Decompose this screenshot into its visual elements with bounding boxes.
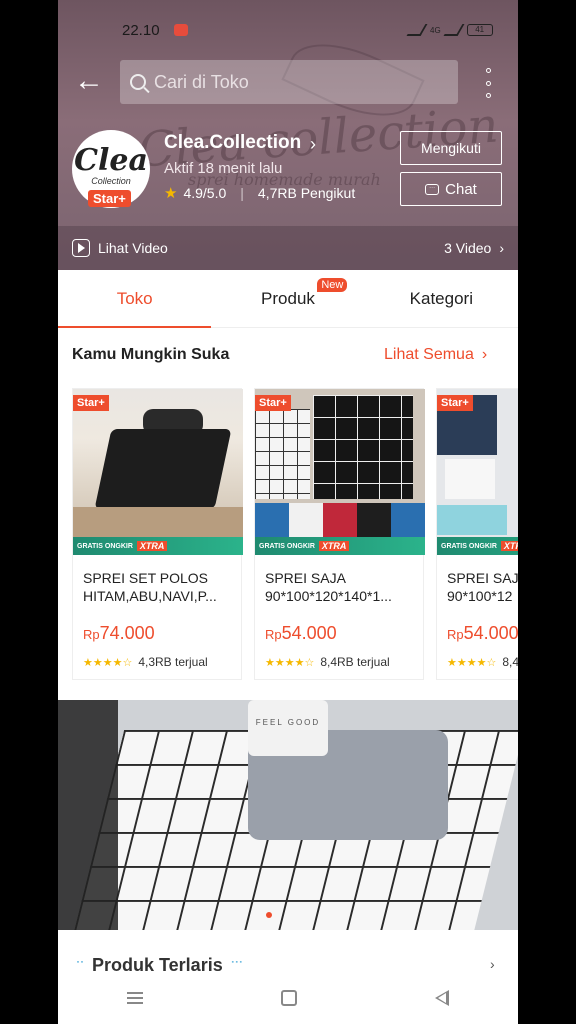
status-bar: 22.10 4G 41 [58,0,518,60]
shop-header: Clea collection sprei homemade murah 22.… [58,0,518,270]
decoration-icon: ˙˙ [76,958,84,973]
battery-icon: 41 [466,24,493,36]
product-image: Star+ GRATIS ONGKIR XTRA [255,389,425,555]
back-triangle-icon[interactable] [435,990,449,1006]
tab-produk-label: Produk [261,288,315,308]
currency-label: Rp [447,627,464,642]
banner-pillow-text: FEEL GOOD [248,700,328,756]
product-card[interactable]: Star+ GRATIS ONGKIR XTRA SPREI SET POLOS… [72,388,243,680]
more-options-icon[interactable] [478,68,498,98]
product-price: Rp74.000 [83,623,155,644]
star-plus-badge: Star+ [88,190,131,207]
chevron-right-icon[interactable]: › [490,956,495,972]
shop-rating-row: ★ 4.9/5.0 | 4,7RB Pengikut [164,184,355,202]
promo-text: GRATIS ONGKIR [441,542,497,550]
avatar-logo-text: Clea [74,143,148,178]
product-image: Star+ GRATIS ONGKIR XTRA [73,389,243,555]
star-plus-badge: Star+ [437,395,473,411]
shop-followers: 4,7RB Pengikut [257,185,356,201]
wifi-icon [406,24,428,36]
product-title: SPREI SAJA 90*100*12 [447,570,518,604]
promo-banner[interactable]: FEEL GOOD [58,700,518,930]
carousel-indicator [266,912,272,918]
promo-text: GRATIS ONGKIR [259,542,315,550]
see-all-link[interactable]: Lihat Semua › [384,346,487,364]
product-image: Star+ GRATIS ONGKIR XTRA [437,389,518,555]
product-price: Rp54.000 [265,623,337,644]
chat-icon: ··· [425,183,440,195]
star-plus-badge: Star+ [73,395,109,411]
shop-active-status: Aktif 18 menit lalu [164,160,283,177]
product-title: SPREI SAJA 90*100*120*140*1... [265,570,392,604]
price-value: 54.000 [463,623,518,643]
currency-label: Rp [265,627,282,642]
back-arrow-icon[interactable]: ← [74,66,106,98]
product-rating: ★★★★☆ 8,4RB terjual [265,655,390,669]
status-time: 22.10 [122,22,160,39]
tab-toko[interactable]: Toko [58,270,212,328]
shop-tabs: Toko Produk New Kategori [58,270,518,328]
sold-count: 8,4RB terjual [502,655,518,669]
video-play-icon [72,239,90,257]
home-icon[interactable] [281,990,297,1006]
follow-button[interactable]: Mengikuti [400,131,502,165]
promo-xtra: XTRA [136,541,168,551]
new-badge: New [317,278,348,292]
product-carousel[interactable]: Star+ GRATIS ONGKIR XTRA SPREI SET POLOS… [72,388,518,682]
product-card[interactable]: Star+ GRATIS ONGKIR XTRA SPREI SAJA 90*1… [436,388,518,680]
rating-stars-icon: ★★★★☆ [265,656,315,669]
product-price: Rp54.000 [447,623,518,644]
rating-stars-icon: ★★★★☆ [83,656,133,669]
recent-apps-icon[interactable] [127,992,143,1004]
product-rating: ★★★★☆ 4,3RB terjual [83,655,208,669]
recording-icon [174,24,188,36]
chevron-right-icon: › [481,346,488,363]
sold-count: 8,4RB terjual [320,655,390,669]
chevron-right-icon: › [499,240,504,256]
free-shipping-strip: GRATIS ONGKIR XTRA [255,537,425,555]
search-input[interactable] [154,71,414,93]
rating-stars-icon: ★★★★☆ [447,656,497,669]
decoration-icon: ˙˙˙ [230,958,243,973]
see-all-label: Lihat Semua [384,346,474,363]
shop-name[interactable]: Clea.Collection [164,132,301,154]
promo-text: GRATIS ONGKIR [77,542,133,550]
star-plus-badge: Star+ [255,395,291,411]
signal-icon [443,24,465,36]
video-count: 3 Video › [444,240,504,256]
avatar-logo-sub: Collection [91,176,131,186]
phone-screen: Clea collection sprei homemade murah 22.… [58,0,518,1024]
search-bar[interactable] [120,60,458,104]
shop-rating: 4.9/5.0 [183,185,227,201]
price-value: 74.000 [99,623,155,643]
status-icons: 4G 41 [406,24,493,36]
divider: | [240,185,244,201]
free-shipping-strip: GRATIS ONGKIR XTRA [73,537,243,555]
system-nav-bar [58,972,518,1024]
promo-xtra: XTRA [500,541,518,551]
search-icon [130,74,146,90]
video-count-label: 3 Video [444,240,492,256]
tab-kategori[interactable]: Kategori [365,270,518,327]
chevron-right-icon[interactable]: › [310,134,316,155]
network-label: 4G [430,25,441,35]
section-title: Kamu Mungkin Suka [72,346,230,363]
video-label: Lihat Video [98,240,168,256]
chat-label: Chat [445,180,477,198]
chat-button[interactable]: ··· Chat [400,172,502,206]
free-shipping-strip: GRATIS ONGKIR XTRA [437,537,518,555]
sold-count: 4,3RB terjual [138,655,208,669]
product-title: SPREI SET POLOS HITAM,ABU,NAVI,P... [83,570,217,604]
product-card[interactable]: Star+ GRATIS ONGKIR XTRA SPREI SAJA 90*1… [254,388,425,680]
product-rating: ★★★★☆ 8,4RB terjual [447,655,518,669]
video-bar[interactable]: Lihat Video 3 Video › [58,226,518,270]
star-icon: ★ [164,185,178,202]
tab-produk[interactable]: Produk New [211,270,364,327]
promo-xtra: XTRA [318,541,350,551]
price-value: 54.000 [281,623,337,643]
currency-label: Rp [83,627,100,642]
